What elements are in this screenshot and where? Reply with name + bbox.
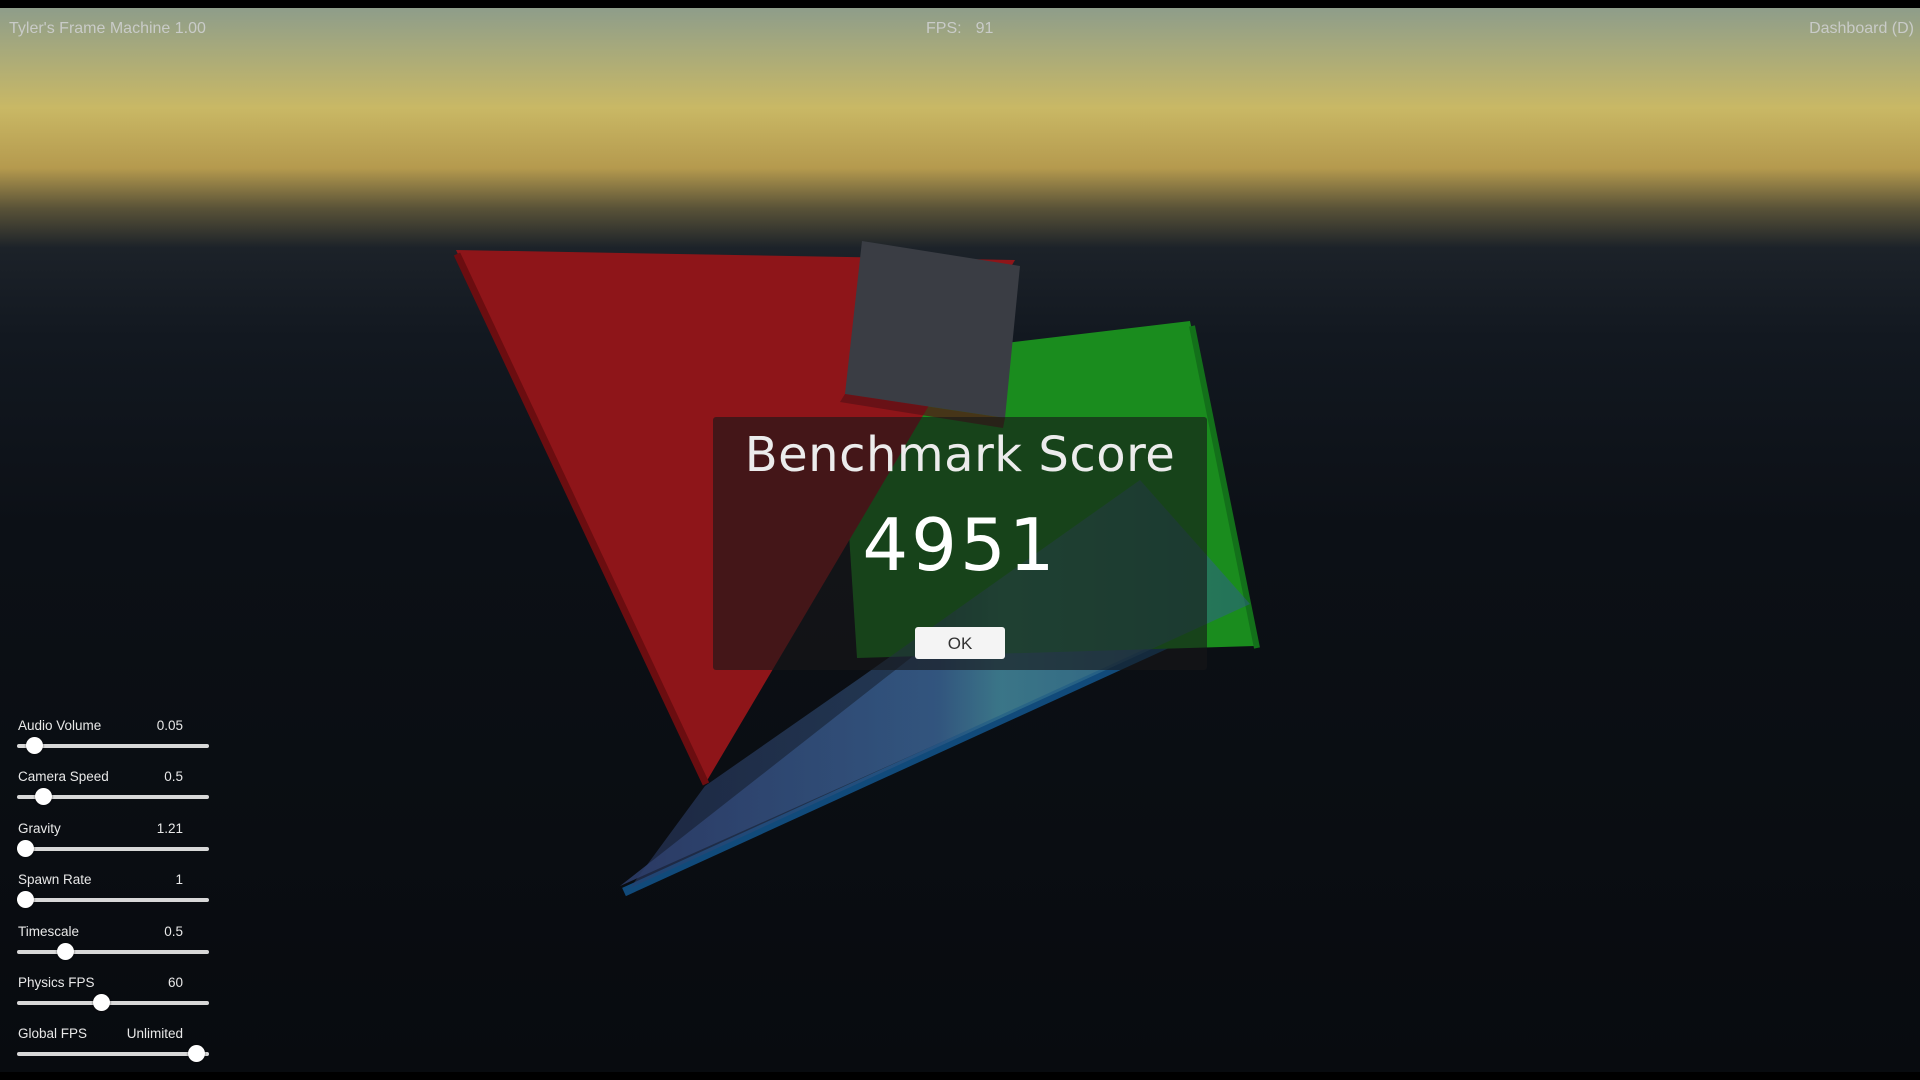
- slider-label: Gravity: [18, 820, 61, 836]
- slider-track[interactable]: [17, 839, 209, 857]
- slider-track[interactable]: [17, 1045, 209, 1063]
- slider-track[interactable]: [17, 993, 209, 1011]
- game-viewport: Tyler's Frame Machine 1.00 FPS: 91 Dashbo…: [0, 8, 1920, 1072]
- slider-gravity: Gravity 1.21: [17, 821, 212, 872]
- slider-label: Physics FPS: [18, 974, 95, 990]
- slider-label: Camera Speed: [18, 769, 109, 785]
- slider-value: 0.05: [156, 718, 183, 733]
- slider-value: Unlimited: [126, 1026, 183, 1042]
- slider-value: 60: [167, 974, 183, 990]
- slider-physics-fps: Physics FPS 60: [17, 975, 212, 1026]
- dialog-title: Benchmark Score: [744, 427, 1176, 483]
- letterbox-bar: [0, 1072, 1920, 1080]
- slider-value: 1: [175, 872, 183, 888]
- slider-audio-volume: Audio Volume 0.05: [17, 718, 212, 769]
- slider-thumb[interactable]: [25, 737, 43, 754]
- slider-track[interactable]: [17, 891, 209, 909]
- benchmark-score-value: 4951: [862, 503, 1058, 587]
- settings-panel: Audio Volume 0.05 Camera Speed 0.5 Gravi…: [17, 718, 212, 1072]
- app-title: Tyler's Frame Machine 1.00: [9, 20, 206, 37]
- gray-cube: [845, 241, 1020, 418]
- slider-track[interactable]: [17, 788, 209, 806]
- slider-thumb[interactable]: [34, 788, 52, 806]
- dashboard-link[interactable]: Dashboard (D): [1809, 20, 1914, 38]
- benchmark-score-dialog: Benchmark Score 4951 OK: [713, 417, 1207, 670]
- slider-label: Timescale: [18, 923, 80, 939]
- slider-thumb[interactable]: [17, 839, 34, 857]
- slider-label: Audio Volume: [18, 718, 102, 733]
- slider-thumb[interactable]: [57, 942, 75, 960]
- slider-value: 0.5: [164, 769, 183, 785]
- slider-camera-speed: Camera Speed 0.5: [17, 769, 212, 820]
- slider-thumb[interactable]: [187, 1045, 205, 1063]
- slider-label: Global FPS: [18, 1026, 88, 1042]
- slider-spawn-rate: Spawn Rate 1: [17, 872, 212, 923]
- slider-value: 0.5: [164, 923, 183, 939]
- slider-thumb[interactable]: [92, 993, 110, 1011]
- fps-value: 91: [975, 20, 994, 37]
- slider-value: 1.21: [156, 820, 183, 836]
- ok-button[interactable]: OK: [915, 627, 1005, 659]
- slider-timescale: Timescale 0.5: [17, 924, 212, 975]
- slider-thumb[interactable]: [17, 891, 34, 909]
- slider-track[interactable]: [17, 942, 209, 960]
- slider-label: Spawn Rate: [18, 872, 92, 888]
- fps-label: FPS:: [926, 20, 962, 37]
- fps-readout: FPS: 91: [926, 20, 993, 38]
- slider-global-fps: Global FPS Unlimited: [17, 1026, 212, 1072]
- slider-track[interactable]: [17, 737, 209, 754]
